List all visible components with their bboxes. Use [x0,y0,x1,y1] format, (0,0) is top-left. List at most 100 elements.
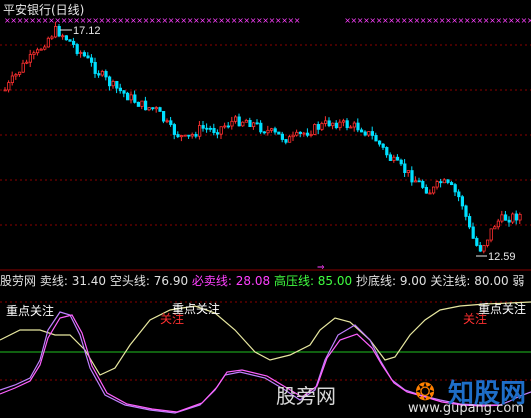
candle-body [215,132,220,135]
candle-body [424,187,429,194]
candle-body [331,122,335,127]
candle-body [161,111,166,122]
candle-body [46,37,51,48]
indicator-item: 卖线: 31.40 [39,274,107,288]
watermark-url: www.gupang.com [408,401,524,416]
candle-body [377,140,382,145]
candle-body [223,125,227,128]
candle-body [345,120,349,129]
candle-body [277,131,281,135]
candle-body [457,191,461,198]
candle-body [395,156,400,161]
candle-body [151,107,155,110]
candle-body [262,131,267,134]
candle-body [417,180,421,183]
chart-title: 平安银行(日线) [3,3,85,17]
candle-body [449,182,454,186]
candle-body [388,154,393,161]
candle-body [172,124,176,135]
candle-body [503,214,508,221]
candle-body [219,126,223,135]
candle-body [385,147,389,156]
candle-body [259,122,263,133]
candle-body [431,186,436,194]
candle-body [129,94,133,101]
candle-body [482,245,486,252]
candle-body [21,62,25,73]
candle-body [133,94,137,103]
candle-body [280,133,285,140]
candle-body [136,101,140,107]
candle-body [17,71,22,75]
indicator-values: 卖线: 31.40 空头线: 76.90 必卖线: 28.08 高压线: 85.… [40,274,525,288]
candle-body [75,44,79,54]
candle-body [273,128,277,133]
candle-body [453,184,457,193]
candle-body [244,119,248,123]
candle-body [118,87,122,92]
candle-body [100,71,104,76]
candle-body [183,134,187,137]
candle-body [126,92,130,101]
candle-body [241,121,245,127]
candle-body [406,170,411,173]
candle-body [7,82,11,91]
candle-body [122,90,126,94]
candle-body [514,213,519,221]
candle-body [399,159,403,165]
annotation-focus-1: 重点关注 [6,304,55,318]
candle-body [104,71,108,78]
candle-body [352,122,357,128]
candle-body [108,76,112,87]
candle-body [266,129,270,134]
candle-body [374,135,378,142]
candle-body [305,132,310,136]
candle-body [413,180,418,183]
candle-body [143,100,148,111]
candle-body [158,107,162,112]
candle-body [493,226,497,230]
candlesticks [3,21,522,254]
candle-body [403,163,407,173]
candle-body [28,54,33,63]
low-price-label: 12.59 [488,251,516,263]
candle-body [187,134,191,137]
candle-body [287,136,292,143]
candle-body [226,125,230,128]
indicator-name: 股劳网 [0,274,37,288]
candle-body [190,134,194,137]
candle-body [10,75,14,83]
indicator-item: 弱 [508,274,525,288]
candle-body [356,122,360,131]
sell-line [0,301,531,376]
candle-body [500,214,504,222]
candle-body [475,237,479,246]
candle-body [251,122,256,128]
candle-body [349,126,353,129]
candle-body [518,213,522,221]
candle-body [496,220,501,228]
candle-body [338,121,342,129]
chart-canvas: × × × × × × × × × × × × × × × × × × × × × × × × × × × × × × × × × × × × × × × ×… [0,16,531,414]
cross-marker: × [527,16,531,25]
candle-body [205,127,209,130]
candle-body [39,48,43,51]
candle-body [327,120,331,127]
indicator-item: 抄底线: 9.00 [352,274,427,288]
candle-body [115,81,119,89]
candle-body [341,120,346,123]
candle-body [14,73,18,77]
candle-body [313,124,317,135]
candle-body [471,226,475,239]
candle-body [97,73,101,76]
candle-body [439,181,443,184]
candle-body [64,35,68,41]
price-grid [0,44,531,226]
candle-body [460,196,465,207]
candle-body [295,131,299,136]
candle-body [255,122,259,125]
candle-body [392,156,396,161]
candle-body [489,228,493,241]
candle-body [165,120,169,123]
candle-body [435,181,439,188]
